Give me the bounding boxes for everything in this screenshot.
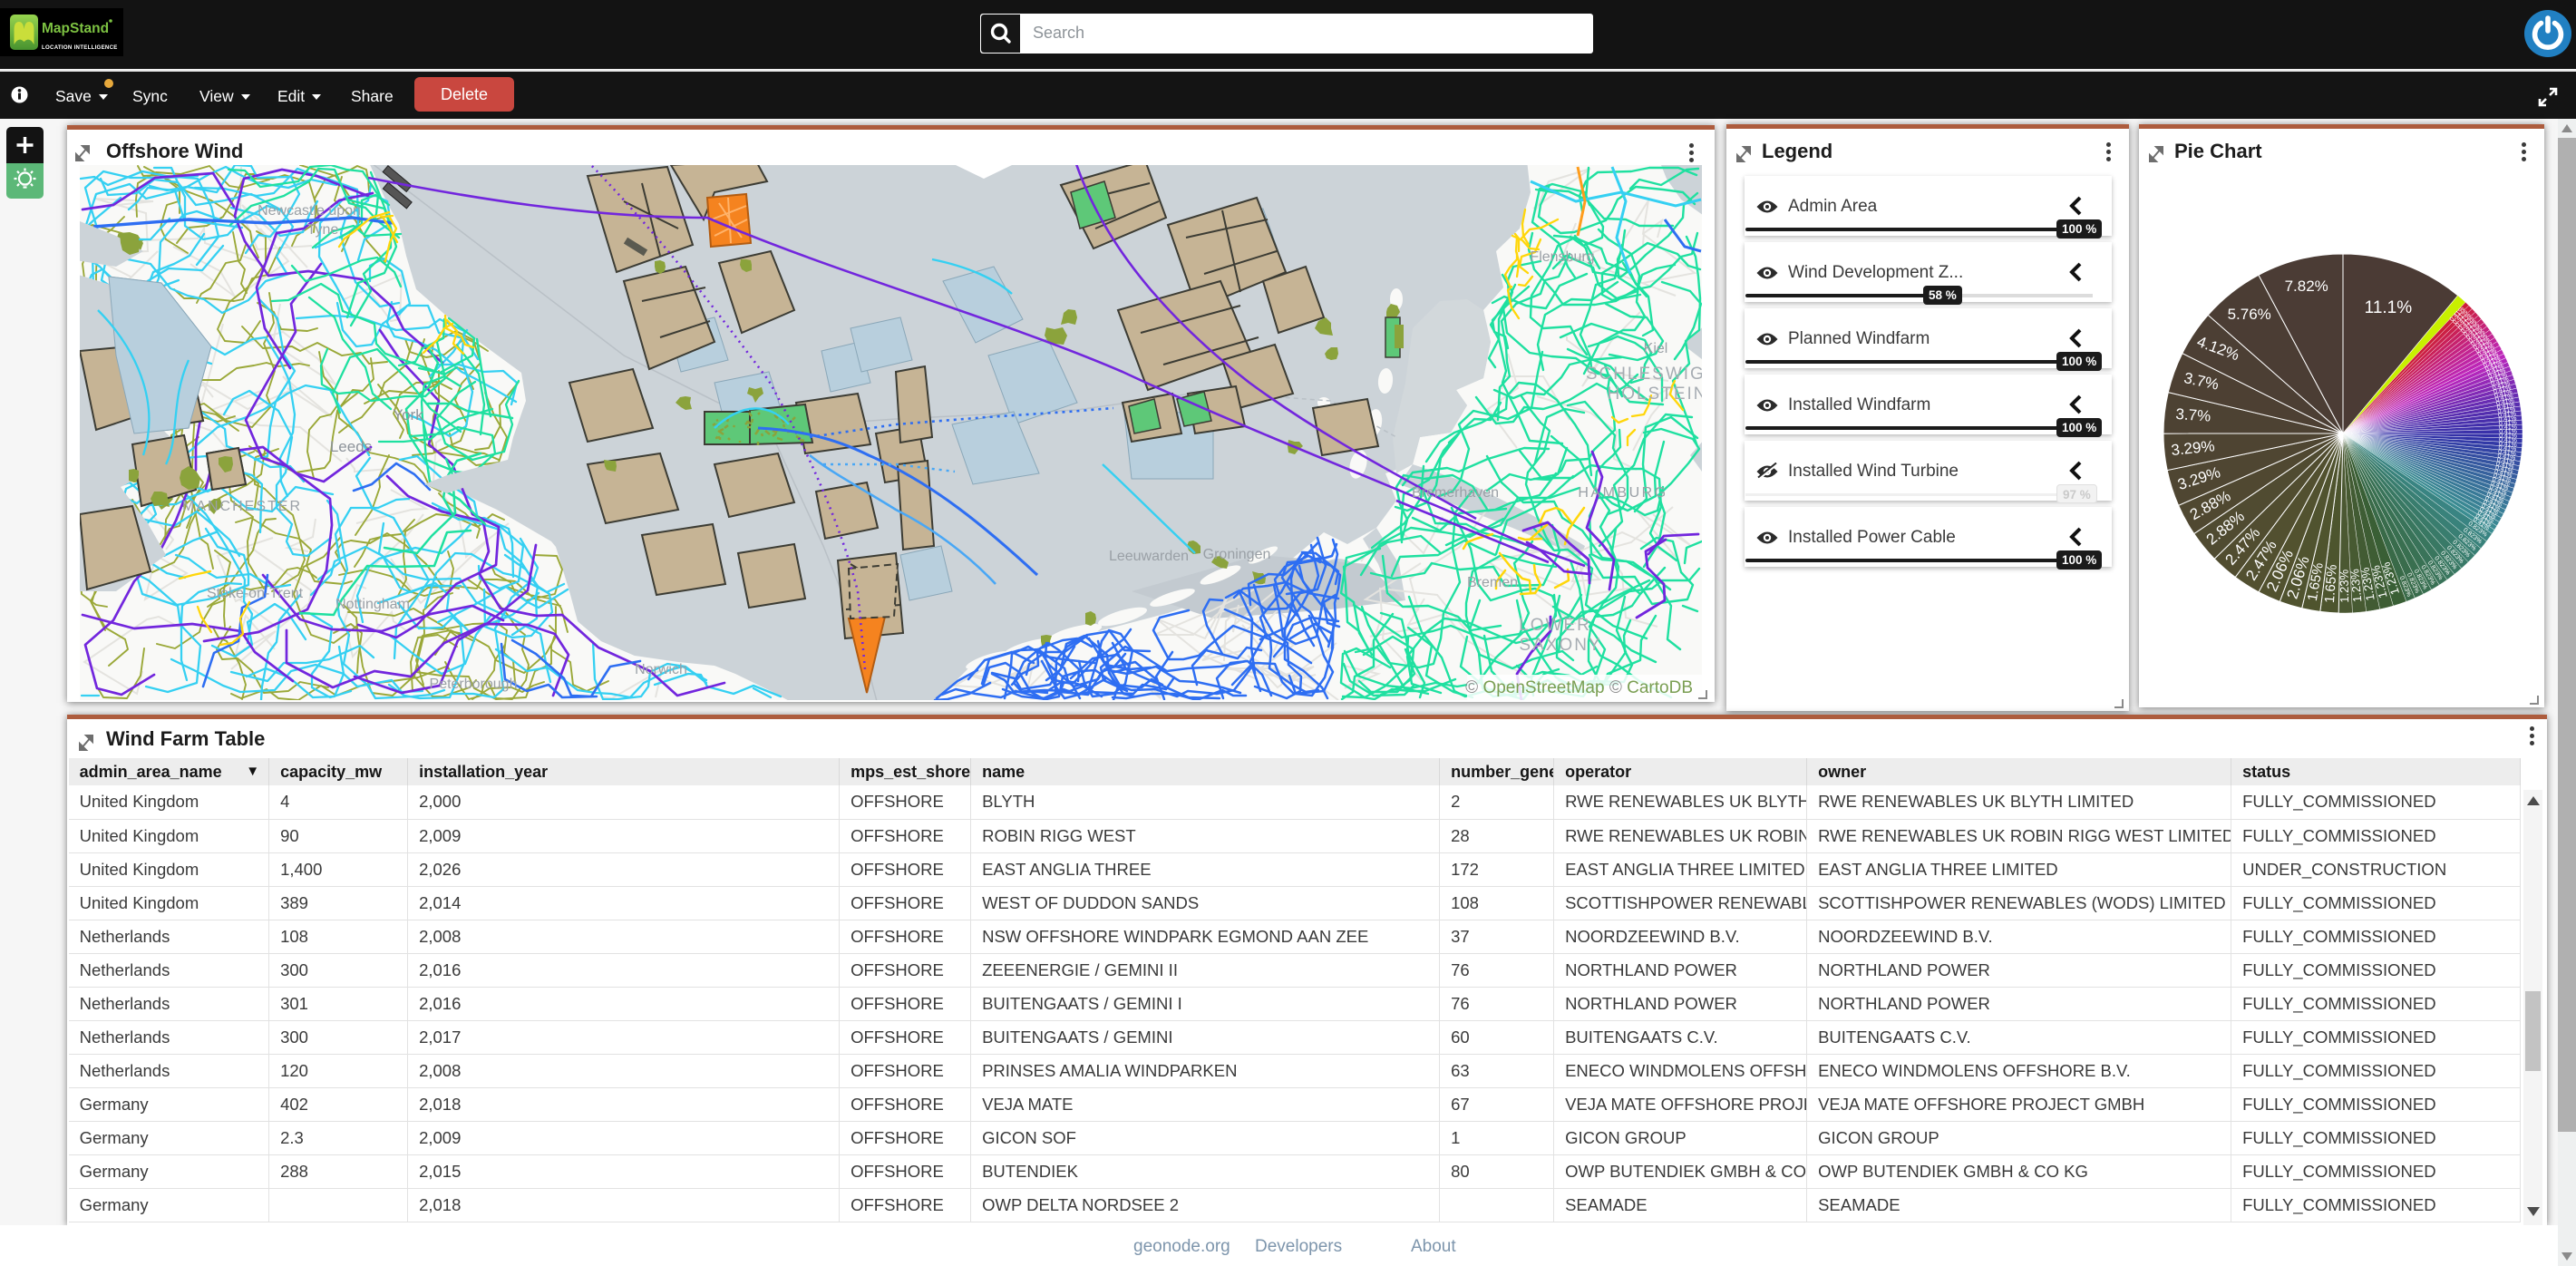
svg-text:Newcastle upon: Newcastle upon: [258, 203, 361, 219]
svg-text:York: York: [393, 406, 423, 424]
svg-text:Bremerhaven: Bremerhaven: [1412, 485, 1499, 501]
svg-text:MapStand: MapStand: [42, 21, 109, 36]
svg-text:Norwich: Norwich: [635, 662, 687, 677]
svg-text:LOCATION INTELLIGENCE: LOCATION INTELLIGENCE: [42, 44, 118, 51]
svg-text:Flensburg: Flensburg: [1530, 249, 1594, 265]
svg-text:Peterborough: Peterborough: [430, 677, 518, 692]
svg-text:Kiel: Kiel: [1644, 341, 1668, 356]
svg-text:SAXONY: SAXONY: [1519, 636, 1601, 655]
svg-text:7.82%: 7.82%: [2285, 278, 2328, 295]
svg-text:3.7%: 3.7%: [2175, 405, 2211, 425]
svg-text:Tyne: Tyne: [307, 222, 339, 238]
svg-text:MANCHESTER: MANCHESTER: [182, 499, 302, 514]
svg-text:LOWER: LOWER: [1519, 616, 1591, 635]
svg-text:Bremen: Bremen: [1467, 575, 1518, 590]
svg-text:HAMBURG: HAMBURG: [1578, 485, 1667, 501]
svg-text:11.1%: 11.1%: [2365, 298, 2413, 317]
svg-text:Leeds: Leeds: [330, 438, 372, 455]
svg-text:Groningen: Groningen: [1203, 547, 1271, 562]
svg-text:Stoke-on-Trent: Stoke-on-Trent: [207, 586, 304, 601]
svg-text:Leeuwarden: Leeuwarden: [1109, 549, 1189, 564]
svg-text:5.76%: 5.76%: [2228, 306, 2271, 323]
svg-text:SCHLESWIG-: SCHLESWIG-: [1586, 365, 1702, 384]
svg-text:© OpenStreetMap © CartoDB: © OpenStreetMap © CartoDB: [1465, 678, 1693, 697]
svg-text:HOLSTEIN: HOLSTEIN: [1607, 385, 1702, 404]
svg-text:Nottingham: Nottingham: [335, 597, 410, 612]
